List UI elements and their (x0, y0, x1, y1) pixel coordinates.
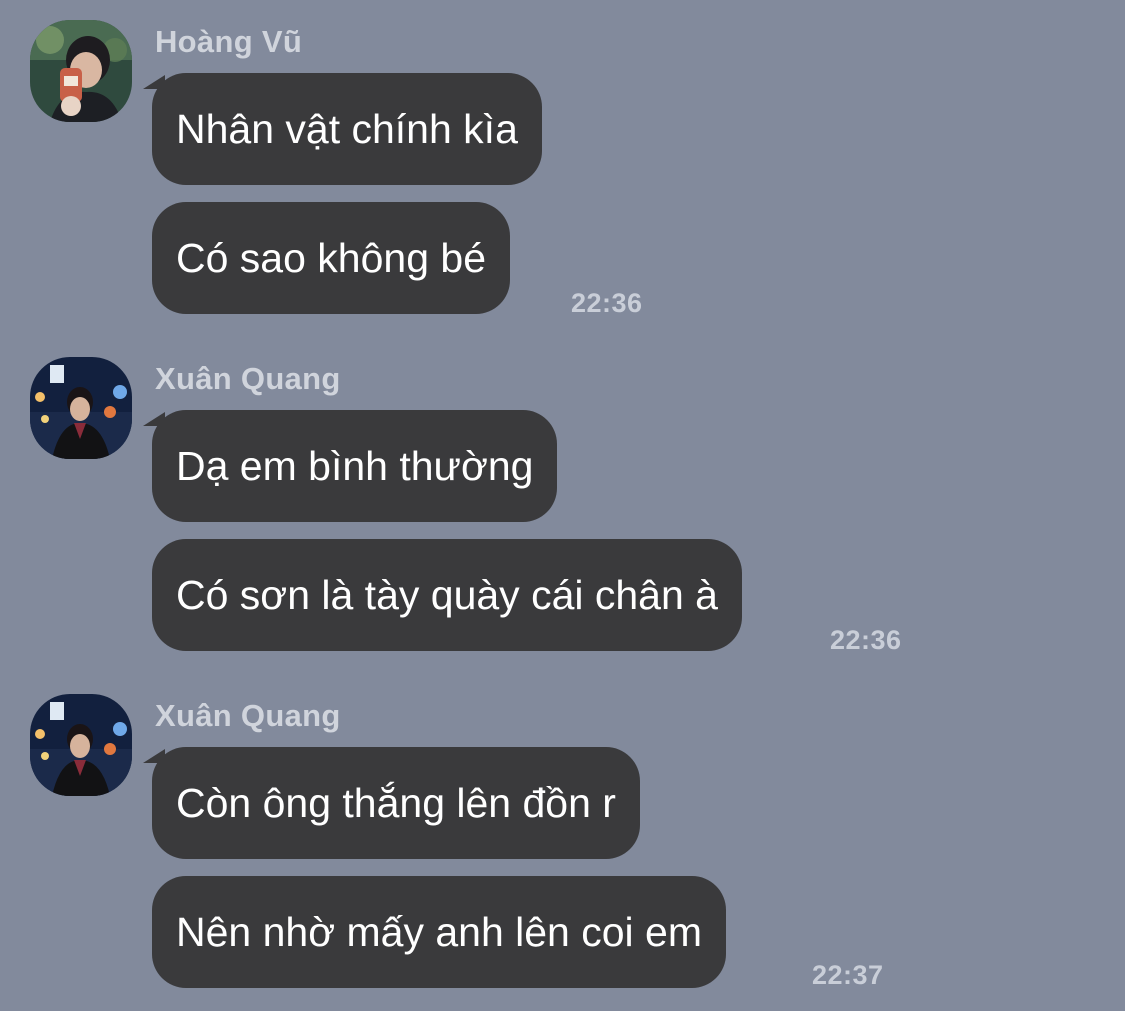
message-bubble[interactable]: Có sao không bé (152, 202, 511, 314)
message-bubble[interactable]: Nhân vật chính kìa (143, 73, 542, 185)
sender-name: Xuân Quang (155, 698, 341, 733)
sender-name: Xuân Quang (155, 361, 341, 396)
avatar-xuan-quang[interactable] (30, 694, 132, 796)
user-photo-icon (30, 694, 132, 796)
message-timestamp: 22:37 (812, 960, 884, 990)
message-bubble[interactable]: Nên nhờ mấy anh lên coi em (152, 876, 726, 988)
message-bubble[interactable]: Có sơn là tày quày cái chân à (152, 539, 742, 651)
user-photo-icon (30, 357, 132, 459)
chat-log: Hoàng Vũ Nhân vật chính kìa Có sao không… (0, 0, 1125, 1011)
message-timestamp: 22:36 (830, 625, 902, 655)
sender-name: Hoàng Vũ (155, 24, 303, 59)
message-bubble[interactable]: Còn ông thắng lên đồn r (143, 747, 640, 859)
message-timestamp: 22:36 (571, 288, 643, 318)
avatar-xuan-quang[interactable] (30, 357, 132, 459)
message-bubble[interactable]: Dạ em bình thường (142, 410, 558, 522)
user-photo-icon (30, 20, 132, 122)
avatar-hoang-vu[interactable] (30, 20, 132, 122)
